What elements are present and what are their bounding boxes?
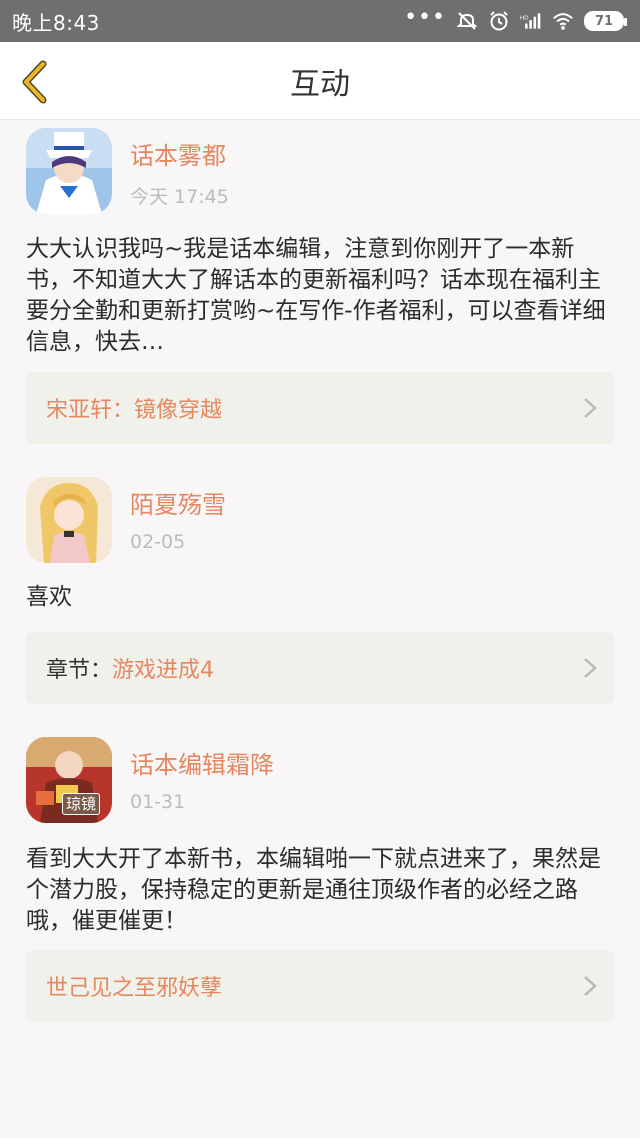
chevron-right-icon xyxy=(584,658,597,678)
message-date: 02-05 xyxy=(130,531,186,553)
chevron-right-icon xyxy=(584,976,597,996)
ref-title: 世己见之至邪妖孽 xyxy=(46,976,223,1001)
avatar[interactable] xyxy=(26,128,112,214)
alarm-icon xyxy=(488,10,510,32)
sender-name[interactable]: 话本雾都 xyxy=(130,136,226,171)
chevron-right-icon xyxy=(584,398,597,418)
message-text: 看到大大开了本新书，本编辑啪一下就点进来了，果然是个潜力股，保持稳定的更新是通往… xyxy=(26,846,601,934)
back-button[interactable] xyxy=(16,59,52,105)
hd-signal-icon: HD xyxy=(520,10,542,32)
page-title: 互动 xyxy=(290,66,350,102)
avatar-badge: 琼镜 xyxy=(62,793,101,815)
ref-card[interactable]: 世己见之至邪妖孽 xyxy=(26,950,614,1022)
message-text: 喜欢 xyxy=(26,584,72,610)
avatar[interactable] xyxy=(26,477,112,563)
sender-name[interactable]: 陌夏殇雪 xyxy=(130,485,226,520)
status-time: 晚上8:43 xyxy=(12,10,100,35)
status-icons: ••• HD 71 xyxy=(404,5,627,32)
ref-card[interactable]: 宋亚轩：镜像穿越 xyxy=(26,372,614,444)
more-dots-icon: ••• xyxy=(404,4,446,30)
navbar: 互动 xyxy=(0,42,640,120)
ref-title: 章节：游戏进成4 xyxy=(46,658,215,683)
ref-title: 宋亚轩：镜像穿越 xyxy=(46,398,223,423)
mute-icon xyxy=(456,10,478,32)
avatar[interactable]: 琼镜 xyxy=(26,737,112,823)
battery-icon: 71 xyxy=(584,11,627,31)
sender-name[interactable]: 话本编辑霜降 xyxy=(130,745,274,780)
status-bar: 晚上8:43 ••• HD 71 xyxy=(0,0,640,42)
message-text: 大大认识我吗~我是话本编辑，注意到你刚开了一本新书，不知道大大了解话本的更新福利… xyxy=(26,236,606,355)
wifi-icon xyxy=(552,10,574,32)
ref-card[interactable]: 章节：游戏进成4 xyxy=(26,632,614,704)
message-date: 01-31 xyxy=(130,791,186,813)
message-date: 今天 17:45 xyxy=(130,186,229,208)
chevron-left-icon xyxy=(22,60,47,104)
svg-text:HD: HD xyxy=(520,15,529,21)
